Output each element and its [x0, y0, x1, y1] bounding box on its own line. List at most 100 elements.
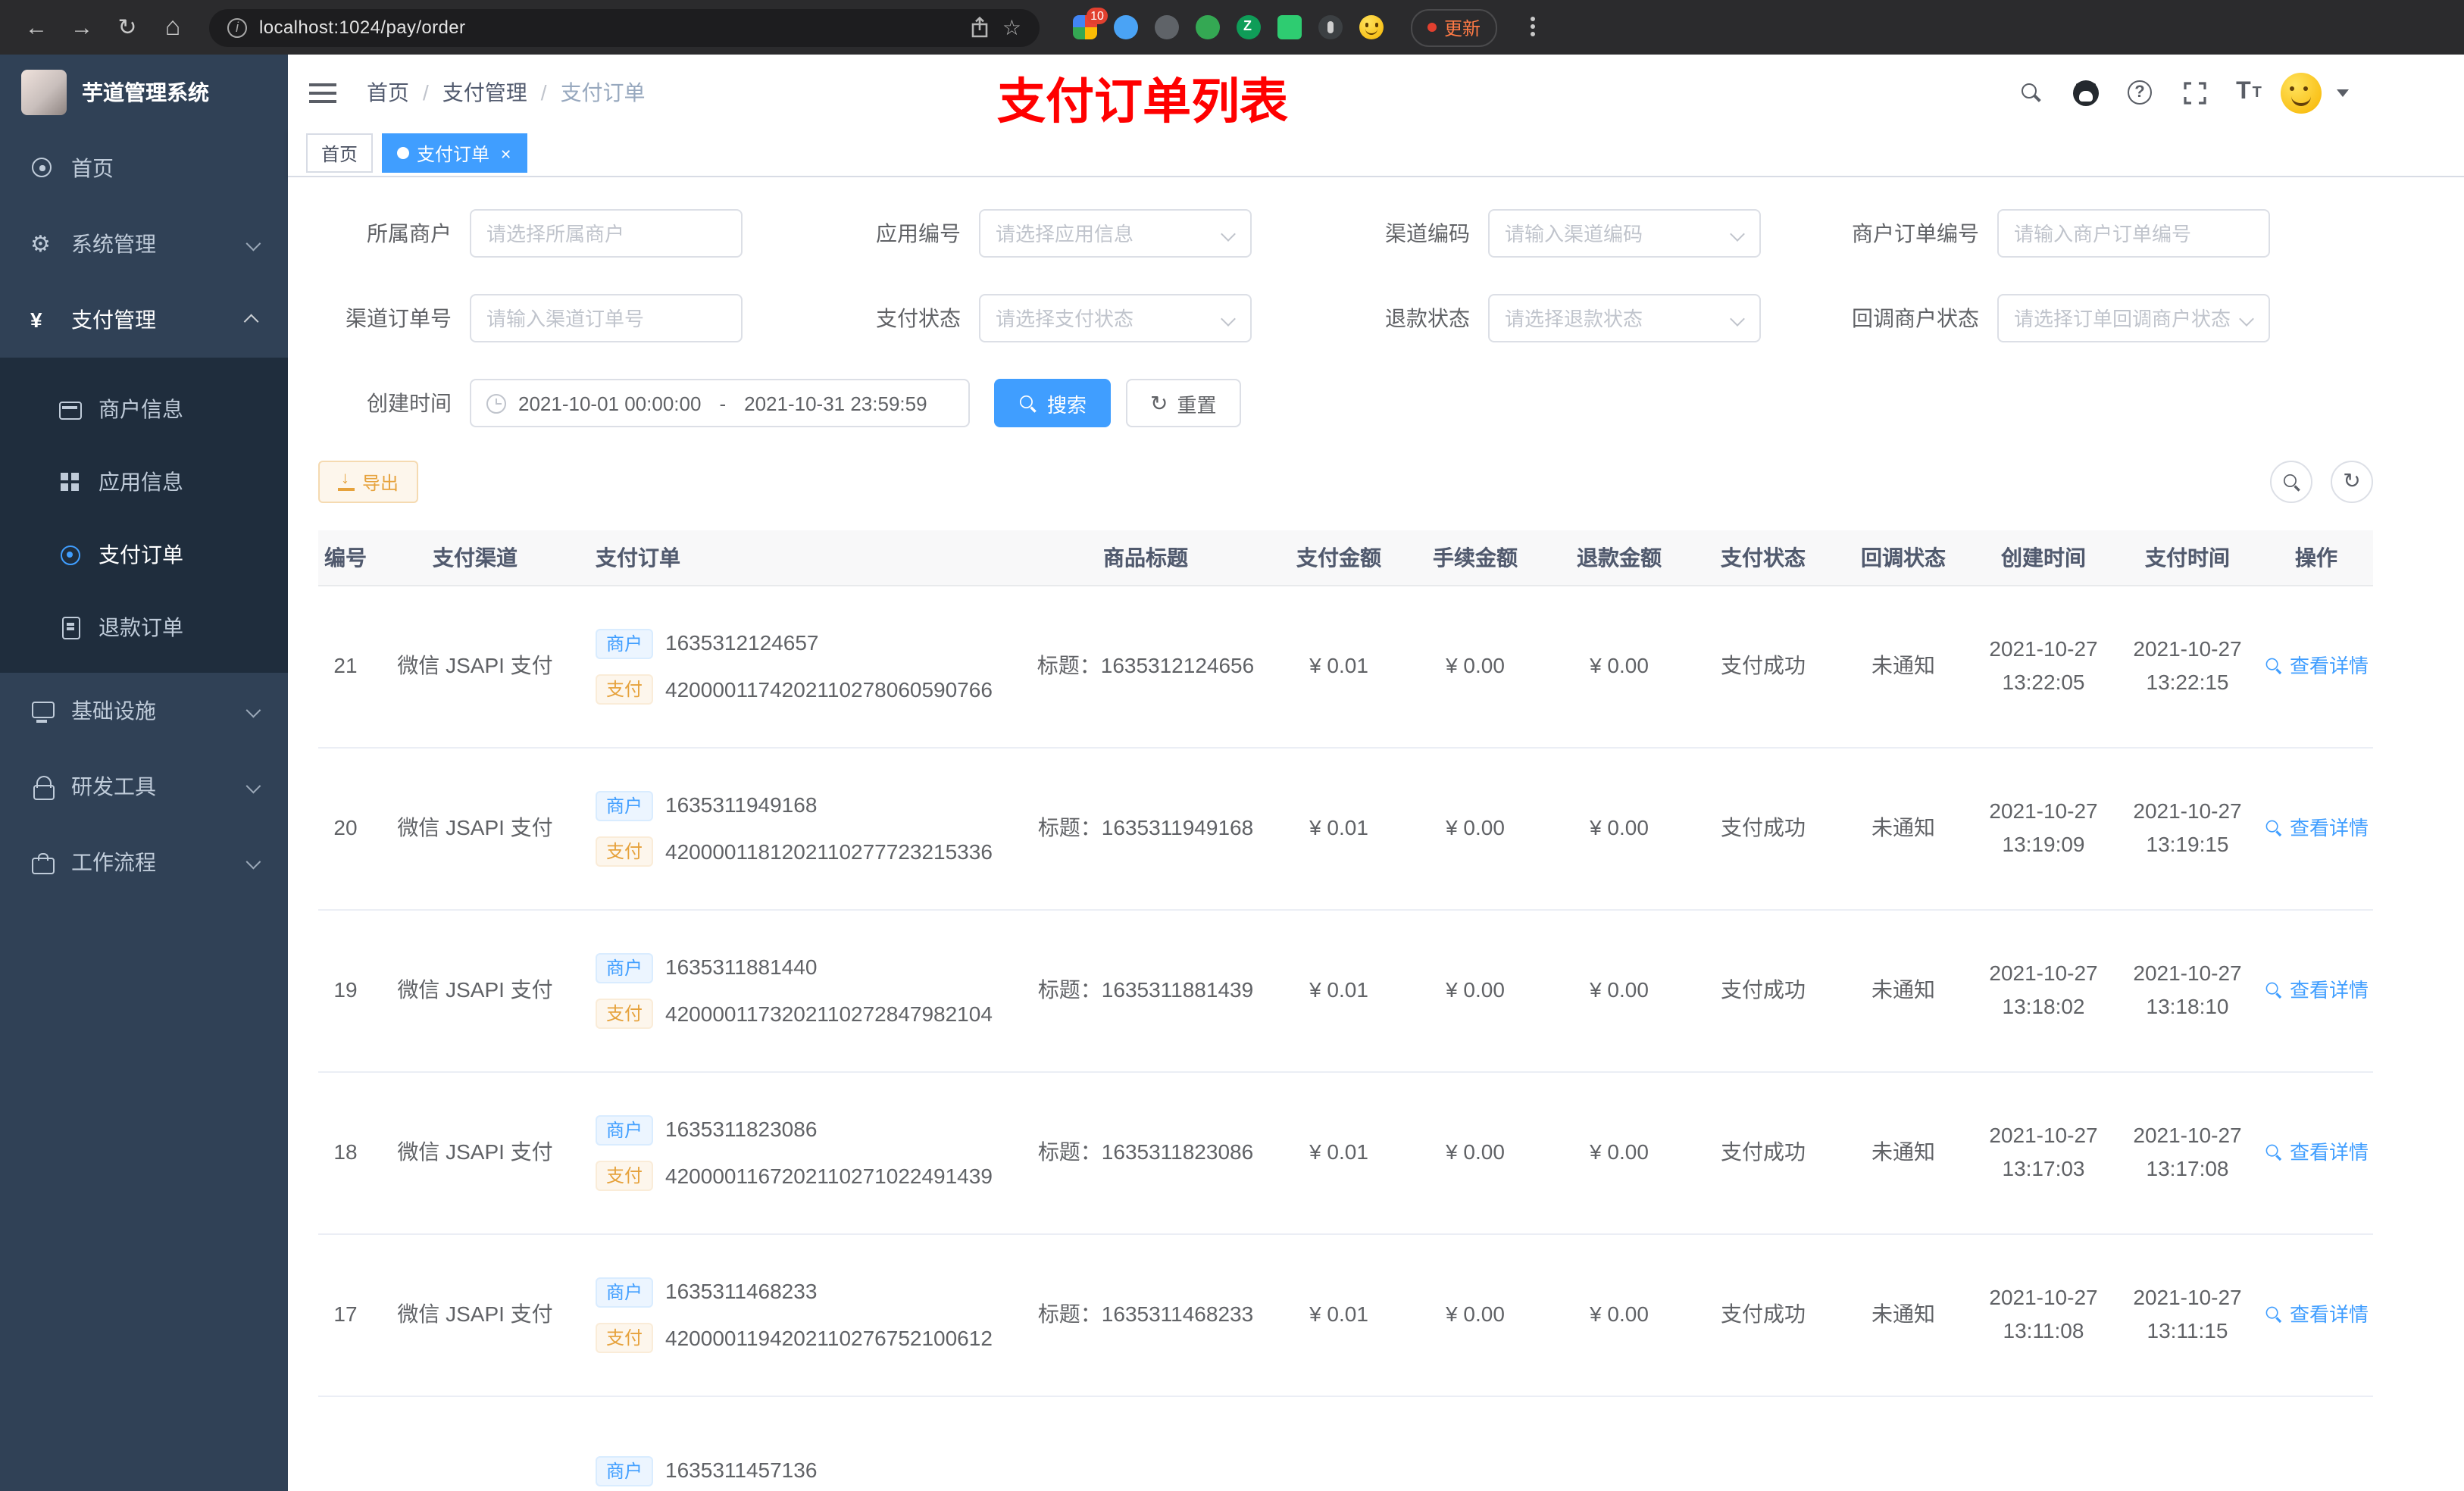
browser-home-button[interactable] [155, 9, 191, 45]
view-detail-link[interactable]: 查看详情 [2264, 1138, 2369, 1168]
cell-product-title: 标题：1635311881439 [1037, 977, 1254, 1002]
view-detail-label: 查看详情 [2290, 816, 2369, 839]
sidebar-item-merchant-info[interactable]: 商户信息 [0, 373, 288, 445]
sidebar-item-pay-order[interactable]: 支付订单 [0, 518, 288, 591]
view-detail-link[interactable]: 查看详情 [2264, 1300, 2369, 1330]
browser-reload-button[interactable] [109, 9, 145, 45]
extension-pin-icon[interactable] [1318, 15, 1343, 39]
cell-fee-amount: ¥ 0.00 [1446, 1139, 1505, 1164]
filter-input[interactable] [996, 307, 1235, 330]
filter-input-box[interactable] [1488, 209, 1761, 258]
pay-order-line: 支付 4200001167202110271022491439 [596, 1160, 993, 1192]
toggle-search-button[interactable] [2270, 461, 2312, 503]
cell-product-title: 标题：1635311823086 [1037, 1139, 1254, 1164]
hamburger-icon[interactable] [309, 83, 336, 102]
tab-pay-order[interactable]: 支付订单 [382, 133, 527, 173]
question-icon [2128, 80, 2152, 105]
header-search-button[interactable] [2008, 67, 2053, 118]
extension-icon[interactable] [1114, 15, 1138, 39]
chevron-down-icon[interactable] [2337, 89, 2349, 96]
profile-avatar-icon[interactable] [1359, 15, 1384, 39]
filter-input-box[interactable] [470, 294, 743, 342]
cell-create-time: 2021-10-27 13:22:05 [1989, 636, 2098, 694]
tab-home[interactable]: 首页 [306, 133, 374, 173]
pay-order-no: 4200001167202110271022491439 [665, 1163, 993, 1187]
sidebar-item-payment[interactable]: 支付管理 [0, 282, 288, 358]
site-info-icon[interactable] [227, 17, 247, 37]
sidebar-item-system[interactable]: 系统管理 [0, 206, 288, 282]
browser-update-button[interactable]: 更新 [1411, 8, 1498, 46]
search-button[interactable]: 搜索 [994, 379, 1112, 427]
cell-pay-status: 支付成功 [1721, 653, 1806, 678]
merchant-order-no: 1635311949168 [665, 792, 818, 817]
filter-input[interactable] [1505, 307, 1744, 330]
search-icon [2282, 473, 2300, 490]
user-avatar[interactable] [2281, 72, 2322, 113]
breadcrumb-home[interactable]: 首页 [367, 77, 409, 108]
breadcrumb-pay-management[interactable]: 支付管理 [442, 77, 527, 108]
reset-button[interactable]: 重置 [1126, 379, 1241, 427]
date-start-value[interactable]: 2021-10-01 00:00:00 [518, 392, 701, 414]
filter-input[interactable] [2014, 222, 2253, 245]
date-end-value[interactable]: 2021-10-31 23:59:59 [744, 392, 927, 414]
cell-pay-status: 支付成功 [1721, 1302, 1806, 1327]
share-icon[interactable] [971, 17, 990, 38]
export-button[interactable]: 导出 [318, 461, 419, 503]
view-detail-label: 查看详情 [2290, 978, 2369, 1002]
filter-input-box[interactable] [979, 209, 1252, 258]
extension-icon[interactable] [1196, 15, 1220, 39]
download-icon [338, 470, 355, 491]
view-detail-link[interactable]: 查看详情 [2264, 976, 2369, 1006]
font-size-button[interactable] [2226, 67, 2272, 118]
browser-menu-icon[interactable] [1518, 11, 1546, 44]
date-range-picker[interactable]: 2021-10-01 00:00:00 - 2021-10-31 23:59:5… [470, 379, 970, 427]
help-button[interactable] [2117, 67, 2162, 118]
pay-order-no: 4200001174202110278060590766 [665, 677, 993, 701]
sidebar-item-refund-order[interactable]: 退款订单 [0, 591, 288, 664]
sidebar-item-infrastructure[interactable]: 基础设施 [0, 673, 288, 749]
view-detail-link[interactable]: 查看详情 [2264, 814, 2369, 844]
close-icon[interactable] [500, 144, 511, 162]
browser-forward-button[interactable] [64, 9, 100, 45]
sidebar-item-dev-tools[interactable]: 研发工具 [0, 749, 288, 824]
merchant-order-no: 1635311457136 [665, 1457, 818, 1482]
chevron-down-icon [245, 235, 261, 251]
refresh-table-button[interactable] [2331, 461, 2373, 503]
extension-icon[interactable] [1237, 15, 1261, 39]
cell-fee-amount: ¥ 0.00 [1446, 977, 1505, 1002]
cell-create-time: 2021-10-27 13:17:03 [1989, 1123, 2098, 1180]
filter-input[interactable] [1505, 222, 1744, 245]
sidebar-item-app-info[interactable]: 应用信息 [0, 445, 288, 518]
address-bar[interactable]: localhost:1024/pay/order [209, 8, 1040, 46]
browser-back-button[interactable] [18, 9, 55, 45]
extension-icon[interactable] [1155, 15, 1179, 39]
grid-icon [58, 470, 82, 494]
sidebar-logo[interactable]: 芋道管理系统 [0, 55, 288, 130]
filter-input[interactable] [486, 307, 726, 330]
sidebar-item-label: 应用信息 [98, 470, 183, 494]
view-detail-link[interactable]: 查看详情 [2264, 652, 2369, 682]
filter-input-box[interactable] [1997, 209, 2270, 258]
filter-input[interactable] [486, 222, 726, 245]
filter-input[interactable] [2014, 307, 2253, 330]
url-text[interactable]: localhost:1024/pay/order [259, 17, 958, 38]
sidebar-item-workflow[interactable]: 工作流程 [0, 824, 288, 900]
filter-input[interactable] [996, 222, 1235, 245]
sidebar-item-home[interactable]: 首页 [0, 130, 288, 206]
filter-label: 回调商户状态 [1852, 306, 1979, 330]
filter-input-box[interactable] [470, 209, 743, 258]
cell-fee-amount: ¥ 0.00 [1446, 815, 1505, 840]
extension-icon[interactable]: 10 [1073, 8, 1108, 39]
view-detail-label: 查看详情 [2290, 1302, 2369, 1326]
bookmark-star-icon[interactable] [1002, 14, 1021, 40]
extension-icon[interactable] [1277, 15, 1302, 39]
filter-input-box[interactable] [1488, 294, 1761, 342]
table-toolbar: 导出 [318, 461, 2373, 503]
fullscreen-button[interactable] [2172, 67, 2217, 118]
filter-input-box[interactable] [1997, 294, 2270, 342]
github-button[interactable] [2062, 67, 2108, 118]
cell-channel [388, 1397, 562, 1491]
filter-input-box[interactable] [979, 294, 1252, 342]
table-row: 17 微信 JSAPI 支付 商户 1635311468233 支付 42000… [318, 1235, 2373, 1397]
fullscreen-icon [2183, 81, 2206, 104]
